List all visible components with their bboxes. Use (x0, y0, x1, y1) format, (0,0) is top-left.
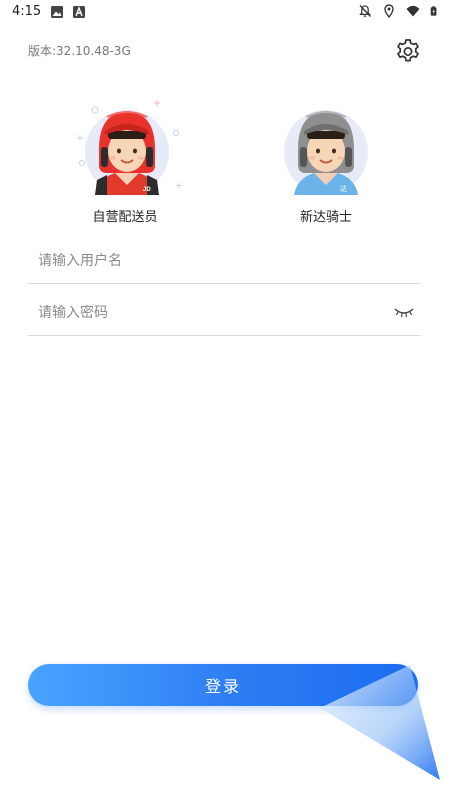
svg-text:达: 达 (340, 184, 347, 193)
role-self-delivery[interactable]: JD 自营配送员 (55, 95, 195, 225)
role-label-xinda: 新达骑士 (299, 210, 352, 225)
location-icon (384, 4, 394, 18)
username-field (28, 243, 421, 284)
password-input[interactable] (28, 295, 378, 331)
username-input[interactable] (28, 243, 378, 279)
wifi-icon (406, 5, 420, 17)
avatar: JD (55, 95, 195, 203)
login-button[interactable]: 登录 (28, 664, 418, 706)
battery-icon (430, 6, 437, 16)
status-time: 4:15 (12, 4, 42, 19)
gear-icon[interactable] (394, 37, 422, 65)
password-field (28, 295, 421, 336)
status-right-icons (358, 4, 440, 18)
courier-avatar-red: JD (77, 100, 182, 195)
courier-avatar-gray: 达 (284, 110, 368, 195)
eye-closed-icon[interactable] (393, 305, 415, 319)
status-left-icons (50, 5, 86, 19)
image-icon (51, 6, 63, 18)
font-icon (73, 6, 85, 18)
app-version: 版本:32.10.48-3G (28, 44, 131, 58)
notification-off-icon (359, 5, 371, 17)
role-xinda-rider[interactable]: 达 新达骑士 (256, 95, 396, 225)
avatar: 达 (256, 95, 396, 203)
status-bar: 4:15 (0, 0, 450, 24)
svg-text:JD: JD (143, 187, 151, 193)
role-label-self: 自营配送员 (92, 210, 158, 225)
